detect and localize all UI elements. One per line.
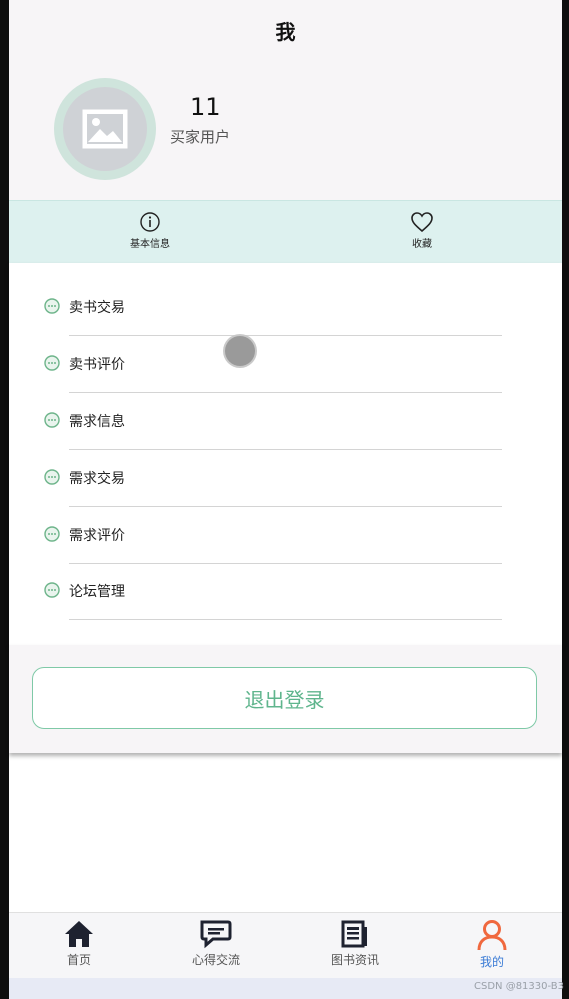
menu-item-label: 需求交易	[69, 471, 125, 487]
menu-item-label: 需求评价	[69, 528, 125, 544]
menu-item-forum-management[interactable]: 论坛管理	[9, 555, 562, 620]
device-frame-right	[562, 0, 569, 999]
comments-icon	[200, 920, 232, 949]
screen: 我 11 买家用户 基本信息 收藏 卖书交易 卖书评价 需求信息 需求交易 需求…	[9, 0, 562, 999]
logout-button[interactable]: 退出登录	[32, 667, 537, 729]
nav-item-book-news[interactable]: 图书资讯	[305, 919, 405, 968]
menu-item-label: 卖书交易	[69, 300, 125, 316]
watermark: CSDN @81330-B3	[474, 981, 564, 992]
chat-dots-icon	[44, 526, 60, 542]
touch-cursor	[225, 336, 255, 366]
home-icon	[65, 921, 93, 947]
nav-item-mine[interactable]: 我的	[442, 919, 542, 970]
chat-dots-icon	[44, 298, 60, 314]
tab-favorites[interactable]: 收藏	[382, 211, 462, 250]
divider	[69, 619, 502, 620]
logout-section: 退出登录	[9, 645, 562, 753]
tab-basic-info-label: 基本信息	[130, 239, 170, 250]
nav-item-home[interactable]: 首页	[29, 919, 129, 968]
menu-list: 卖书交易 卖书评价 需求信息 需求交易 需求评价 论坛管理	[9, 263, 562, 645]
info-circle-icon	[140, 212, 160, 232]
menu-item-demand-review[interactable]: 需求评价	[9, 499, 562, 564]
device-frame-left	[0, 0, 9, 999]
bottom-nav: 首页 心得交流 图书资讯 我的	[9, 912, 562, 979]
chat-dots-icon	[44, 412, 60, 428]
user-id: 11	[190, 93, 221, 121]
user-role: 买家用户	[170, 128, 231, 146]
nav-item-label: 首页	[66, 953, 91, 967]
user-icon	[477, 920, 507, 951]
menu-item-demand-trade[interactable]: 需求交易	[9, 442, 562, 507]
profile-header: 我 11 买家用户	[9, 0, 562, 200]
menu-item-sell-review[interactable]: 卖书评价	[9, 328, 562, 393]
image-placeholder-icon	[63, 87, 147, 171]
avatar[interactable]	[54, 78, 156, 180]
info-tabs: 基本信息 收藏	[9, 200, 562, 264]
chat-dots-icon	[44, 355, 60, 371]
chat-dots-icon	[44, 469, 60, 485]
tab-favorites-label: 收藏	[412, 239, 432, 250]
nav-item-experience[interactable]: 心得交流	[166, 919, 266, 968]
tab-basic-info[interactable]: 基本信息	[110, 211, 190, 250]
menu-item-label: 需求信息	[69, 414, 125, 430]
menu-item-sell-trade[interactable]: 卖书交易	[9, 271, 562, 336]
menu-item-label: 卖书评价	[69, 357, 125, 373]
heart-icon	[411, 212, 433, 233]
menu-item-demand-info[interactable]: 需求信息	[9, 385, 562, 450]
newspaper-icon	[341, 920, 367, 948]
page-title: 我	[275, 20, 296, 44]
menu-item-label: 论坛管理	[69, 584, 125, 600]
chat-dots-icon	[44, 582, 60, 598]
nav-item-label: 心得交流	[191, 953, 240, 967]
nav-item-label: 图书资讯	[330, 953, 379, 967]
nav-item-label: 我的	[479, 955, 504, 969]
